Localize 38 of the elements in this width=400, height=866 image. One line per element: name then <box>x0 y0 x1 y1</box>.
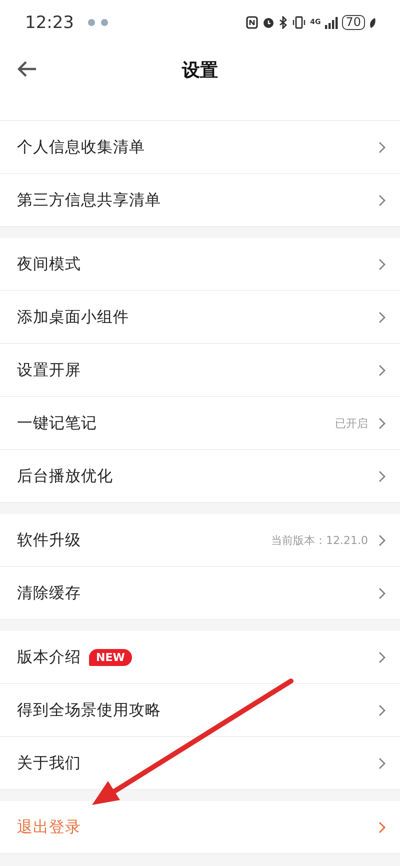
chevron-icon <box>378 258 386 270</box>
page-title: 设置 <box>182 59 218 82</box>
item-label: 一键记笔记 <box>17 412 97 434</box>
chevron-icon <box>378 820 386 834</box>
item-label: 设置开屏 <box>17 360 81 380</box>
item-label: 个人信息收集清单 <box>17 136 145 158</box>
item-value: 已开启 <box>335 416 368 430</box>
chevron-icon <box>378 310 386 324</box>
bluetooth-icon <box>279 16 288 29</box>
item-label: 退出登录 <box>17 816 81 838</box>
chevron-icon <box>378 194 386 206</box>
nfc-icon <box>246 16 258 29</box>
vibrate-icon <box>292 16 306 29</box>
chevron-icon <box>378 140 386 154</box>
chevron-icon <box>378 416 386 430</box>
chevron-icon <box>378 364 386 376</box>
status-time: 12:23 <box>25 12 74 32</box>
item-label: 软件升级 <box>17 530 81 550</box>
chevron-icon <box>378 534 386 546</box>
chevron-icon <box>378 650 386 664</box>
item-label: 得到全场景使用攻略 <box>17 700 161 720</box>
item-label: 后台播放优化 <box>17 466 113 486</box>
item-label: 版本介绍 <box>17 646 81 668</box>
chevron-icon <box>378 470 386 482</box>
alarm-icon <box>262 16 276 29</box>
item-label: 关于我们 <box>17 752 81 774</box>
item-label: 第三方信息共享清单 <box>17 190 161 210</box>
item-label: 清除缓存 <box>17 582 81 604</box>
leaf-icon <box>369 16 376 28</box>
battery-level: 70 <box>342 15 365 30</box>
chevron-icon <box>378 586 386 600</box>
item-label: 添加桌面小组件 <box>17 306 129 328</box>
item-label: 夜间模式 <box>17 254 81 274</box>
chevron-icon <box>378 756 386 770</box>
chevron-icon <box>378 704 386 716</box>
signal-icon <box>324 16 338 28</box>
new-badge: NEW <box>89 648 132 666</box>
item-value: 当前版本：12.21.0 <box>271 532 368 548</box>
